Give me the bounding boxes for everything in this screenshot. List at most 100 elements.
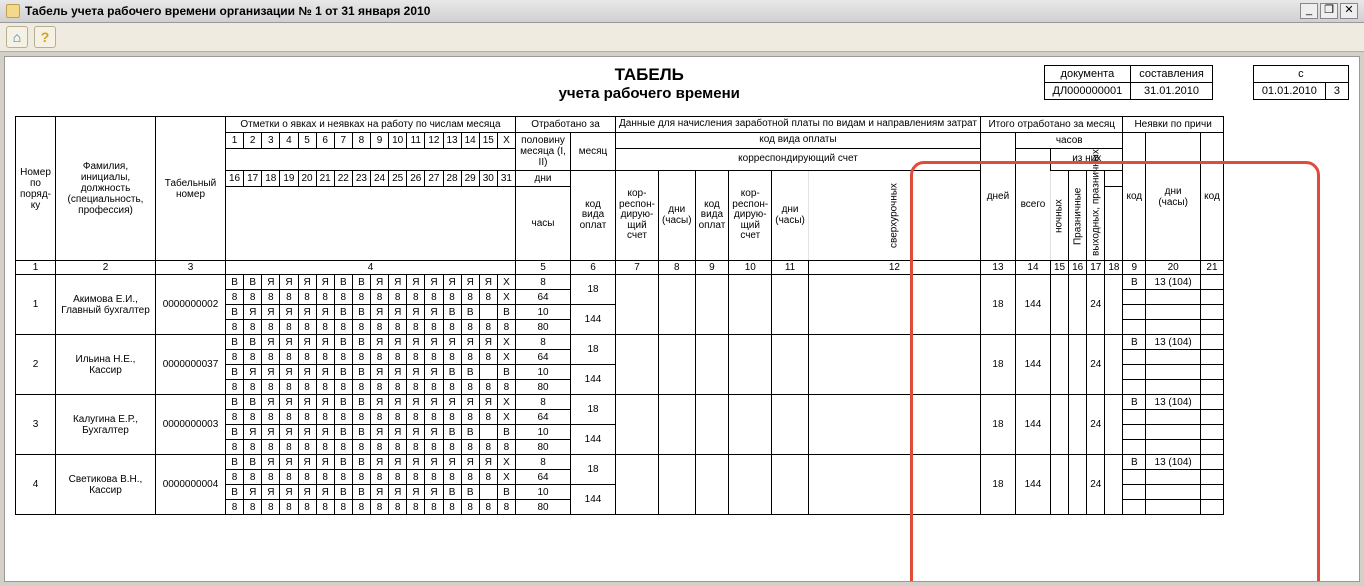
mark: В: [226, 395, 244, 410]
document-info: документасоставления ДЛ00000000131.01.20…: [1044, 65, 1350, 100]
mark: 8: [479, 380, 497, 395]
mark: 8: [425, 350, 443, 365]
month-days: 18: [571, 455, 616, 485]
coln: 13: [980, 261, 1015, 275]
mark: В: [334, 425, 352, 440]
mark: Я: [244, 365, 262, 380]
mark: 8: [371, 470, 389, 485]
window-controls: _ ❐ ✕: [1300, 3, 1358, 19]
hdr-corr: корреспондирующий счет: [616, 149, 981, 171]
t-hol: 24: [1087, 335, 1105, 395]
mark: 8: [461, 440, 479, 455]
worked-h2: 80: [516, 380, 571, 395]
spacer: [226, 149, 516, 171]
mark: Я: [280, 485, 298, 500]
abs: [1146, 500, 1201, 515]
hdr-day: 26: [407, 171, 425, 187]
total-hours: 144: [1015, 455, 1050, 515]
hdr-day: 9: [371, 133, 389, 149]
abs-code2: [1201, 455, 1224, 470]
row-num: 3: [16, 395, 56, 455]
mark: 8: [244, 440, 262, 455]
mark: Я: [316, 365, 334, 380]
docnum-value: ДЛ000000001: [1044, 83, 1131, 100]
abs: [1123, 365, 1146, 380]
mark: Я: [316, 335, 334, 350]
mark: Я: [461, 335, 479, 350]
mark: 8: [244, 320, 262, 335]
maximize-button[interactable]: ❐: [1320, 3, 1338, 19]
mark: 8: [334, 440, 352, 455]
hdr-tdays: дней: [980, 133, 1015, 261]
mark: Я: [262, 455, 280, 470]
hdr-day: 21: [316, 171, 334, 187]
help-button[interactable]: ?: [34, 26, 56, 48]
mark: Я: [262, 425, 280, 440]
pay-empty: [658, 275, 695, 335]
mark: Я: [316, 425, 334, 440]
mark: 8: [443, 380, 461, 395]
mark: В: [334, 305, 352, 320]
mark: Я: [461, 455, 479, 470]
abs: [1123, 500, 1146, 515]
pay-empty: [808, 455, 980, 515]
mark: 8: [352, 500, 370, 515]
pay-empty: [695, 335, 729, 395]
coln: 21: [1201, 261, 1224, 275]
mark: 8: [262, 350, 280, 365]
mark: Я: [298, 335, 316, 350]
mark: 8: [298, 500, 316, 515]
row-num: 4: [16, 455, 56, 515]
document-area[interactable]: ТАБЕЛЬ учета рабочего времени документас…: [4, 56, 1360, 582]
window-title: Табель учета рабочего времени организаци…: [25, 4, 430, 18]
abs: [1146, 380, 1201, 395]
mark: 8: [443, 500, 461, 515]
mark: 8: [497, 380, 515, 395]
row-name: Калугина Е.Р., Бухгалтер: [56, 395, 156, 455]
mark: Я: [407, 395, 425, 410]
mark: Я: [280, 425, 298, 440]
t-wkhol: [1105, 335, 1123, 395]
home-button[interactable]: ⌂: [6, 26, 28, 48]
hdr-day: 31: [497, 171, 515, 187]
mark: 8: [316, 500, 334, 515]
mark: 8: [461, 500, 479, 515]
mark: 8: [334, 290, 352, 305]
title-line2: учета рабочего времени: [255, 85, 1044, 102]
mark: Я: [389, 305, 407, 320]
coln: 1: [16, 261, 56, 275]
mark: 8: [298, 440, 316, 455]
mark: 8: [371, 440, 389, 455]
mark: 8: [389, 470, 407, 485]
hdr-day: 22: [334, 171, 352, 187]
mark: 8: [443, 410, 461, 425]
mark: X: [497, 395, 515, 410]
abs-code2: [1201, 275, 1224, 290]
mark: В: [334, 365, 352, 380]
abs: [1201, 440, 1224, 455]
abs-days: 13 (104): [1146, 275, 1201, 290]
mark: В: [352, 455, 370, 470]
mark: 8: [334, 350, 352, 365]
mark: Я: [316, 275, 334, 290]
mark: 8: [352, 350, 370, 365]
mark: 8: [316, 380, 334, 395]
mark: 8: [443, 440, 461, 455]
mark: В: [352, 335, 370, 350]
abs: [1201, 350, 1224, 365]
hdr-absences: Неявки по причи: [1123, 117, 1223, 133]
mark: Я: [371, 395, 389, 410]
coln: 15: [1050, 261, 1068, 275]
mark: Я: [407, 275, 425, 290]
minimize-button[interactable]: _: [1300, 3, 1318, 19]
pay-empty: [772, 335, 809, 395]
abs: [1201, 485, 1224, 500]
spacer: [226, 187, 516, 261]
mark: 8: [262, 440, 280, 455]
hdr-total: Итого отработано за месяц: [980, 117, 1123, 133]
hdr-day: 16: [226, 171, 244, 187]
month-h: 144: [571, 485, 616, 515]
mark: 8: [389, 350, 407, 365]
abs: [1123, 350, 1146, 365]
close-button[interactable]: ✕: [1340, 3, 1358, 19]
